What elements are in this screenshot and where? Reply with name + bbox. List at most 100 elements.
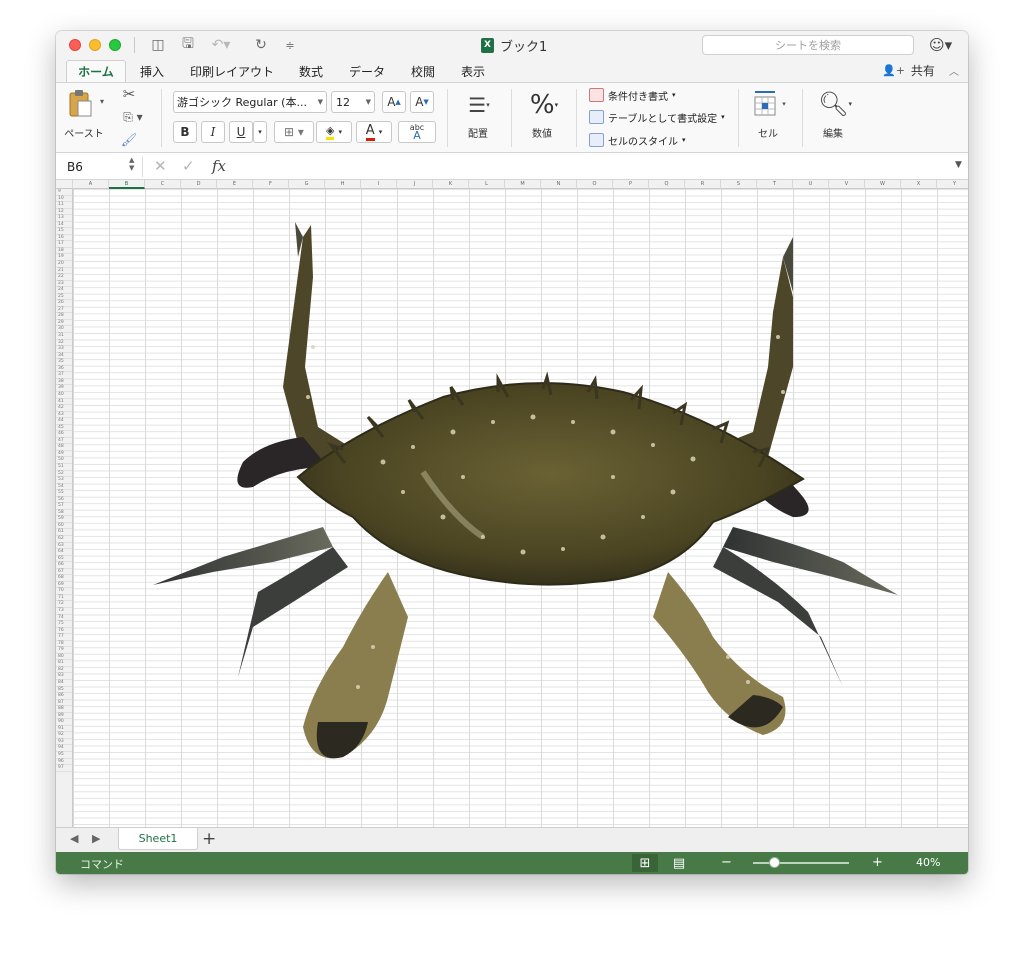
column-header-a[interactable]: A [73, 180, 109, 189]
column-header-y[interactable]: Y [937, 180, 968, 189]
tab-insert[interactable]: 挿入 [140, 60, 164, 82]
name-box[interactable]: B6 [62, 158, 134, 176]
font-name-select[interactable]: 游ゴシック Regular (本... ▼ [173, 91, 327, 113]
column-header-t[interactable]: T [757, 180, 793, 189]
percent-icon[interactable]: % ▾ [524, 88, 564, 122]
shrink-font-button[interactable]: A ▼ [410, 91, 434, 113]
check-icon[interactable]: ✓ [182, 157, 195, 175]
column-header-e[interactable]: E [217, 180, 253, 189]
tab-formulas[interactable]: 数式 [299, 60, 323, 82]
column-header-s[interactable]: S [721, 180, 757, 189]
font-name-value: 游ゴシック Regular (本... [177, 96, 307, 109]
column-header-f[interactable]: F [253, 180, 289, 189]
prev-sheet-icon[interactable]: ◀ [70, 832, 78, 845]
redo-icon[interactable]: ↻ [252, 35, 270, 55]
column-header-k[interactable]: K [433, 180, 469, 189]
cancel-icon[interactable]: ✕ [154, 157, 167, 175]
cell-grid[interactable] [73, 189, 968, 827]
column-header-g[interactable]: G [289, 180, 325, 189]
bold-button[interactable]: B [173, 121, 197, 143]
format-as-table-button[interactable]: テーブルとして書式設定 ▾ [589, 108, 725, 126]
font-size-select[interactable]: 12 ▼ [331, 91, 375, 113]
font-color-button[interactable]: A ▾ [356, 121, 392, 143]
normal-view-icon[interactable]: ⊞ [632, 854, 658, 872]
conditional-format-label: 条件付き書式 [608, 91, 668, 103]
align-icon[interactable]: ☰ ▾ [461, 91, 497, 119]
copy-icon[interactable]: ⎘ ▾ [120, 108, 146, 126]
cell-styles-button[interactable]: セルのスタイル ▾ [589, 131, 686, 149]
share-button[interactable]: 👤+ 共有 ︿ [882, 62, 959, 79]
column-header-o[interactable]: O [577, 180, 613, 189]
grow-font-button[interactable]: A ▲ [382, 91, 406, 113]
column-header-x[interactable]: X [901, 180, 937, 189]
column-header-v[interactable]: V [829, 180, 865, 189]
format-painter-icon[interactable]: 🖌 [120, 131, 138, 149]
borders-button[interactable]: ⊞ ▾ [274, 121, 314, 143]
tab-view[interactable]: 表示 [461, 60, 485, 82]
sheet-tab-sheet1[interactable]: Sheet1 [118, 828, 198, 850]
shrink-font-label: A [415, 95, 424, 109]
column-header-i[interactable]: I [361, 180, 397, 189]
column-header-p[interactable]: P [613, 180, 649, 189]
zoom-slider[interactable] [753, 857, 849, 868]
paste-dropdown-icon[interactable]: ▾ [100, 97, 104, 106]
tab-home[interactable]: ホーム [66, 60, 126, 82]
column-header-m[interactable]: M [505, 180, 541, 189]
magnifier-icon[interactable]: 🔍︎ ▾ [813, 88, 857, 120]
fill-color-button[interactable]: ◈ ▾ [316, 121, 352, 143]
tab-data[interactable]: データ [349, 60, 385, 82]
column-header: ABCDEFGHIJKLMNOPQRSTUVWXY [56, 180, 968, 189]
formula-input[interactable] [241, 157, 941, 177]
zoom-window-button[interactable] [109, 39, 121, 51]
collapse-ribbon-icon[interactable]: ︿ [949, 63, 959, 78]
column-header-r[interactable]: R [685, 180, 721, 189]
row-header: 9 10 11 12 13 14 15 16 17 18 19 20 21 22 23 24 25 26 27 28 2… [56, 189, 73, 827]
column-header-n[interactable]: N [541, 180, 577, 189]
underline-button[interactable]: U [229, 121, 253, 143]
column-header-d[interactable]: D [181, 180, 217, 189]
formula-divider [142, 157, 143, 177]
row-header-97[interactable]: 97 [56, 765, 72, 772]
column-header-u[interactable]: U [793, 180, 829, 189]
save-icon[interactable]: 🖫 [178, 35, 198, 55]
expand-formula-icon[interactable]: ▼ [955, 160, 962, 170]
next-sheet-icon[interactable]: ▶ [92, 832, 100, 845]
smiley-icon[interactable]: ☺▾ [929, 36, 952, 54]
name-box-stepper[interactable]: ▲ ▼ [129, 156, 134, 172]
sheet-search-input[interactable]: シートを検索 [702, 35, 914, 55]
zoom-slider-knob[interactable] [769, 857, 780, 868]
column-header-c[interactable]: C [145, 180, 181, 189]
number-label: 数値 [532, 129, 552, 140]
paste-button[interactable] [67, 88, 95, 120]
sheet-tab-bar: ◀ ▶ Sheet1 + [56, 827, 968, 852]
italic-button[interactable]: I [201, 121, 225, 143]
customize-toolbar-icon[interactable]: ≑ [282, 35, 298, 55]
scissors-icon[interactable]: ✂ [120, 85, 138, 103]
zoom-in-button[interactable]: + [872, 855, 883, 870]
zoom-out-button[interactable]: − [721, 855, 732, 870]
cells-button[interactable]: ▾ [749, 88, 789, 120]
column-header-j[interactable]: J [397, 180, 433, 189]
underline-dropdown-icon[interactable]: ▾ [253, 121, 267, 143]
tab-page-layout[interactable]: 印刷レイアウト [190, 60, 274, 82]
column-header-h[interactable]: H [325, 180, 361, 189]
close-window-button[interactable] [69, 39, 81, 51]
insert-function-button[interactable]: fx [212, 157, 226, 175]
column-header-q[interactable]: Q [649, 180, 685, 189]
column-header-b[interactable]: B [109, 180, 145, 189]
page-layout-view-icon[interactable]: ▤ [666, 854, 692, 872]
phonetic-button[interactable]: abc A [398, 121, 436, 143]
tab-review[interactable]: 校閲 [411, 60, 435, 82]
column-header-w[interactable]: W [865, 180, 901, 189]
status-bar: コマンド ⊞ ▤ − + 40% [56, 852, 968, 874]
sidebar-toggle-icon[interactable]: ◫ [148, 35, 168, 55]
editing-label: 編集 [823, 129, 843, 140]
select-all-corner[interactable] [56, 180, 73, 189]
add-sheet-icon[interactable]: + [202, 829, 216, 849]
conditional-format-button[interactable]: 条件付き書式 ▾ [589, 86, 676, 104]
minimize-window-button[interactable] [89, 39, 101, 51]
column-header-l[interactable]: L [469, 180, 505, 189]
crab-picture[interactable] [153, 217, 913, 777]
title-bar: ◫ 🖫 ↶▾ ↻ ≑ X ブック1 シートを検索 ☺▾ [56, 31, 968, 58]
undo-icon[interactable]: ↶▾ [208, 35, 234, 55]
